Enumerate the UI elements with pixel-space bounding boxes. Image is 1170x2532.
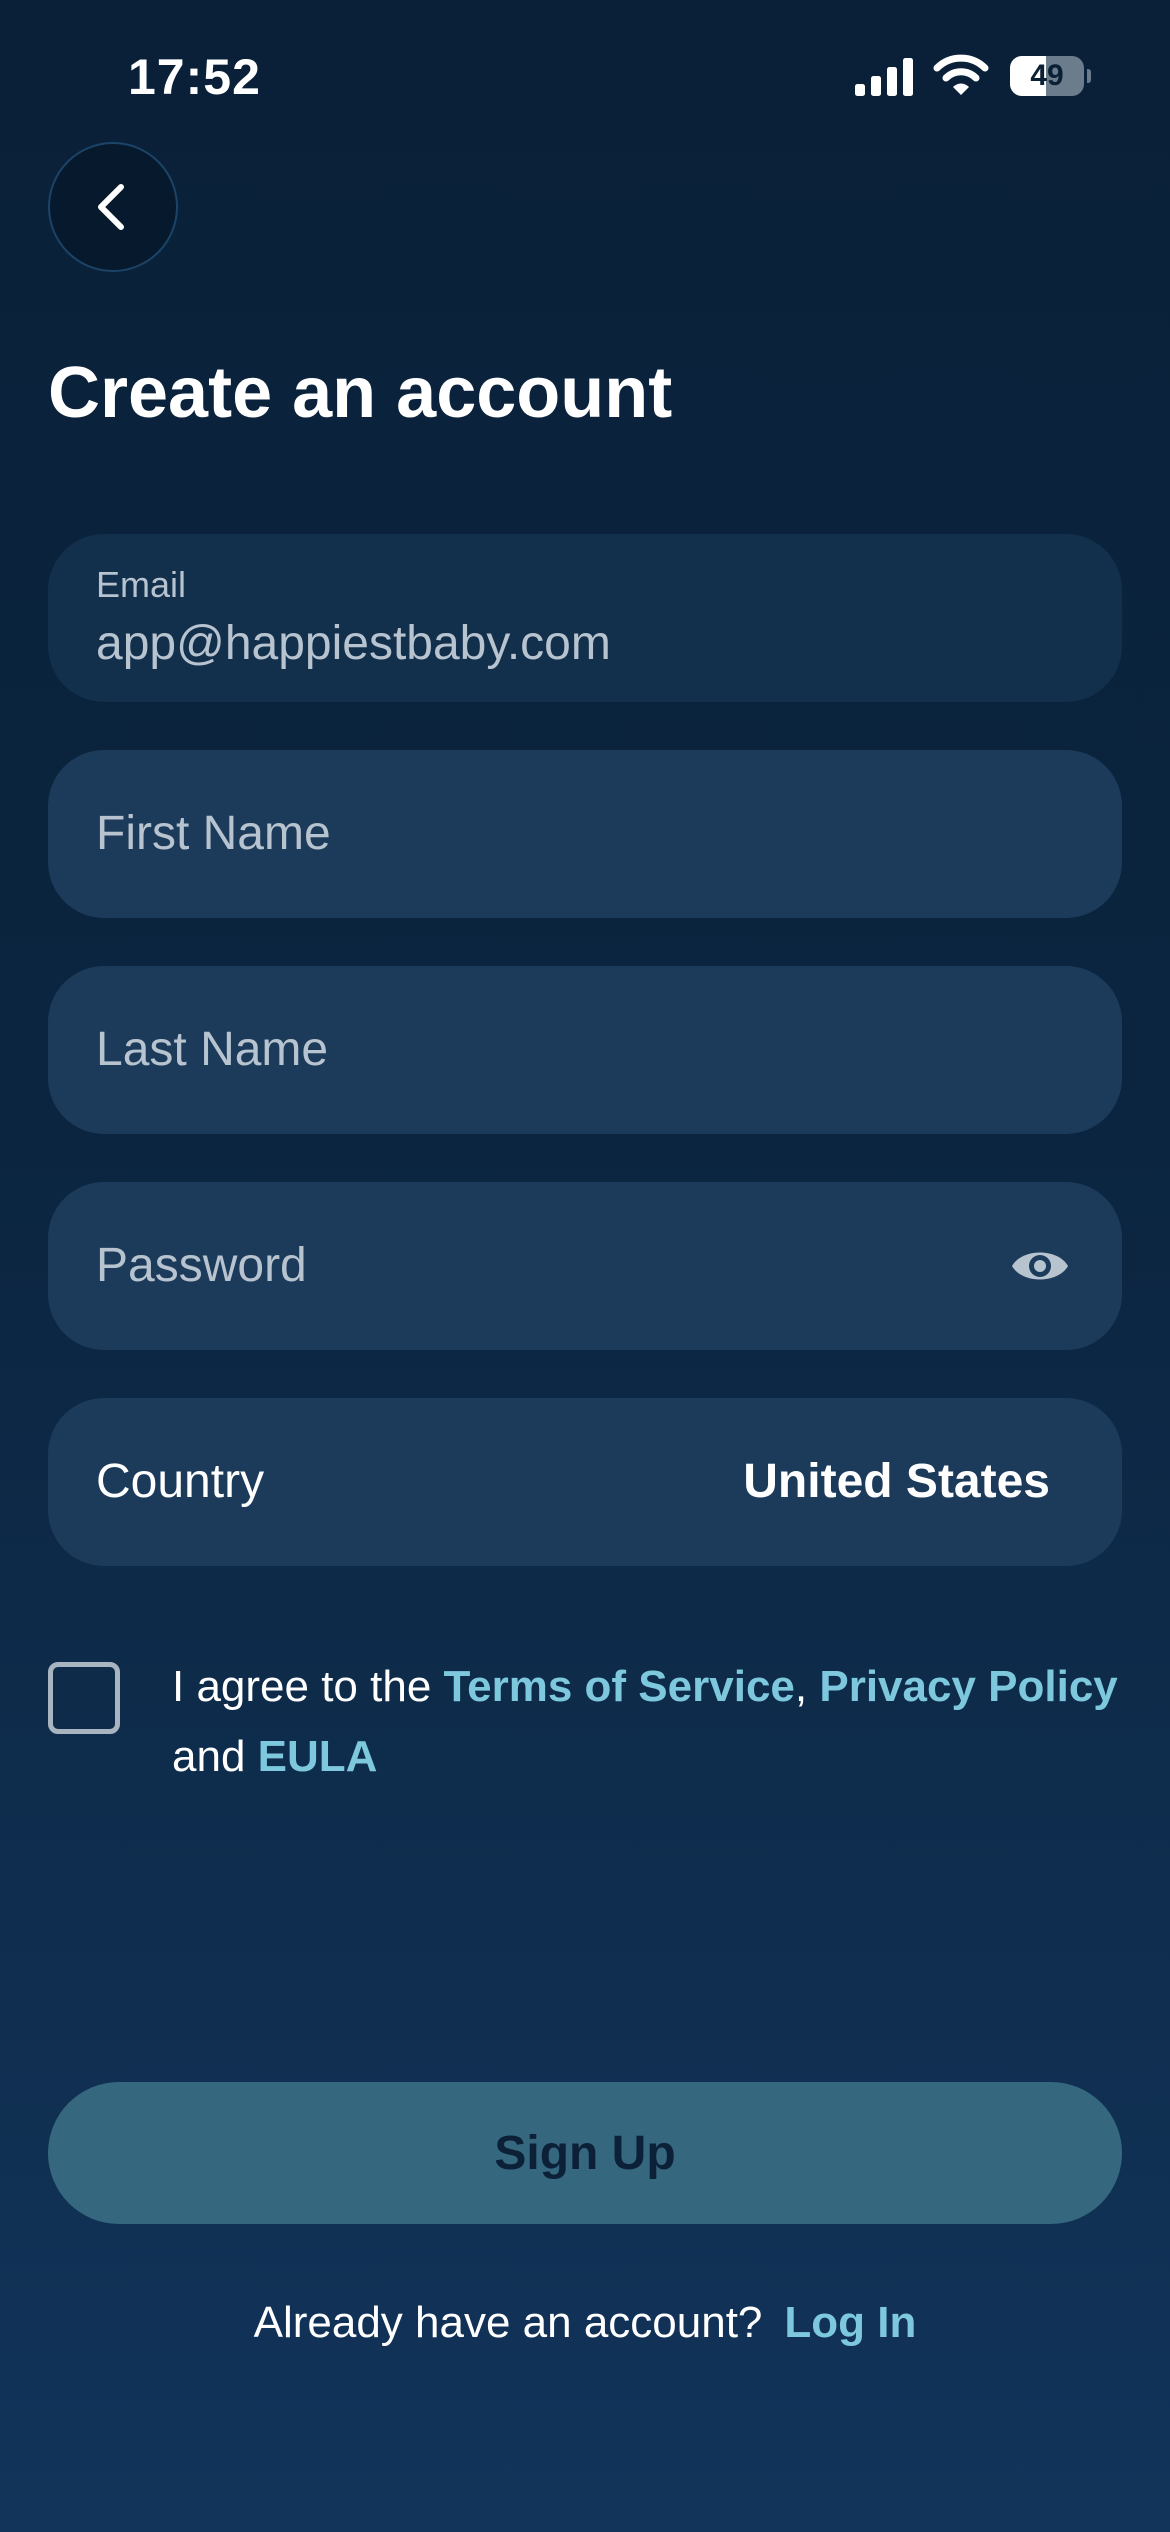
status-bar: 17:52 49 [0,0,1170,150]
agreement-prefix: I agree to the [172,1662,444,1711]
battery-indicator: 49 [1010,56,1091,96]
last-name-field[interactable]: Last Name [48,966,1122,1134]
agreement-conjunction: and [172,1732,258,1781]
status-time: 17:52 [128,49,261,105]
country-value: United States [743,1455,1050,1508]
log-in-link[interactable]: Log In [784,2298,916,2347]
cellular-signal-icon [855,58,913,96]
password-placeholder: Password [96,1239,307,1292]
login-prompt-row: Already have an account? Log In [0,2298,1170,2348]
back-button[interactable] [48,142,178,272]
eula-link[interactable]: EULA [258,1732,378,1781]
agreement-checkbox[interactable] [48,1662,120,1734]
agreement-text: I agree to the Terms of Service, Privacy… [172,1652,1132,1792]
login-prompt: Already have an account? [253,2298,763,2347]
agreement-separator: , [794,1662,820,1711]
eye-icon[interactable] [1010,1240,1070,1292]
privacy-policy-link[interactable]: Privacy Policy [819,1662,1117,1711]
sign-up-button[interactable]: Sign Up [48,2082,1122,2224]
battery-nub [1087,69,1091,83]
wifi-icon [933,54,989,95]
password-field[interactable]: Password [48,1182,1122,1350]
terms-of-service-link[interactable]: Terms of Service [444,1662,795,1711]
last-name-placeholder: Last Name [96,1023,329,1076]
page-title: Create an account [48,353,673,433]
first-name-placeholder: First Name [96,807,331,860]
battery-level: 49 [1030,59,1064,92]
email-label: Email [96,564,187,605]
first-name-field[interactable]: First Name [48,750,1122,918]
email-field[interactable]: Email app@happiestbaby.com [48,534,1122,702]
country-selector[interactable]: Country United States [48,1398,1122,1566]
country-label: Country [96,1455,265,1508]
battery-body: 49 [1010,56,1084,96]
create-account-screen: 17:52 49 Create an account Email app@hap… [0,0,1170,2532]
chevron-left-icon [98,184,124,230]
email-value: app@happiestbaby.com [96,617,611,670]
